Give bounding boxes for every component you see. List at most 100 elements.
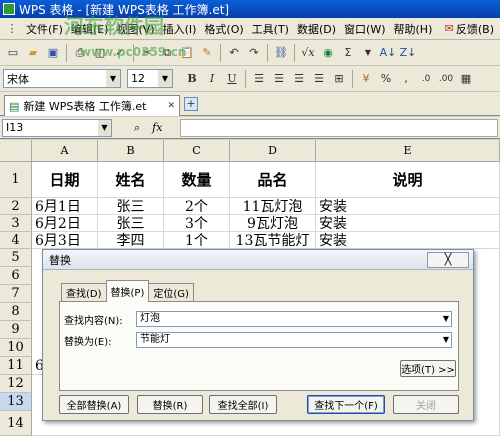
undo-icon[interactable]: ↶	[225, 44, 243, 62]
cell-a3[interactable]: 6月2日	[32, 215, 98, 232]
close-button[interactable]: 关闭	[393, 395, 459, 414]
row-header-1[interactable]: 1	[0, 162, 32, 198]
row-header-7[interactable]: 7	[0, 285, 32, 303]
chevron-down-icon[interactable]: ▼	[443, 333, 449, 347]
row-header-14[interactable]: 14	[0, 411, 32, 436]
menu-format[interactable]: 格式(O)	[200, 21, 247, 37]
dropdown-arrow-icon[interactable]: ▼	[359, 44, 377, 62]
row-header-9[interactable]: 9	[0, 321, 32, 339]
align-center-icon[interactable]: ☰	[270, 70, 288, 88]
new-file-icon[interactable]: ▭	[4, 44, 22, 62]
replace-with-input[interactable]: 节能灯 ▼	[136, 332, 452, 348]
sort-descending-icon[interactable]: Z↓	[399, 44, 417, 62]
insert-function-button[interactable]: fx	[152, 121, 162, 134]
open-folder-icon[interactable]: ▰	[24, 44, 42, 62]
cell-e4[interactable]: 安装	[316, 232, 500, 249]
toolbar-separator	[352, 69, 353, 88]
borders-icon[interactable]: ▦	[457, 70, 475, 88]
new-tab-button[interactable]: +	[184, 97, 198, 111]
formula-input[interactable]	[180, 119, 498, 137]
cell-d2[interactable]: 11瓦灯泡	[230, 198, 316, 215]
underline-button[interactable]: U	[223, 70, 241, 88]
cell-c4[interactable]: 1个	[164, 232, 230, 249]
row-header-12[interactable]: 12	[0, 375, 32, 393]
find-all-button[interactable]: 查找全部(I)	[209, 395, 277, 414]
options-button[interactable]: 选项(T) >>	[400, 360, 456, 377]
tab-replace[interactable]: 替换(P)	[105, 280, 150, 302]
cell-b2[interactable]: 张三	[98, 198, 164, 215]
function-icon[interactable]: √x	[299, 44, 317, 62]
cell-e2[interactable]: 安装	[316, 198, 500, 215]
close-tab-icon[interactable]: ✕	[167, 101, 175, 111]
replace-panel: 查找内容(N): 灯泡 ▼ 替换为(E): 节能灯 ▼ 选项(T) >>	[59, 301, 459, 391]
menu-tools[interactable]: 工具(T)	[248, 21, 293, 37]
merge-center-icon[interactable]: ⊞	[330, 70, 348, 88]
row-header-8[interactable]: 8	[0, 303, 32, 321]
font-name-select[interactable]: 宋体 ▼	[3, 69, 121, 88]
zoom-search-icon[interactable]: ⌕	[134, 121, 140, 135]
percent-icon[interactable]: %	[377, 70, 395, 88]
menu-help[interactable]: 帮助(H)	[390, 21, 437, 37]
find-what-input[interactable]: 灯泡 ▼	[136, 311, 452, 327]
cell-a1[interactable]: 日期	[32, 162, 98, 198]
replace-button[interactable]: 替换(R)	[137, 395, 203, 414]
currency-icon[interactable]: ¥	[357, 70, 375, 88]
column-header-d[interactable]: D	[230, 140, 316, 162]
align-right-icon[interactable]: ☰	[290, 70, 308, 88]
column-header-b[interactable]: B	[98, 140, 164, 162]
row-header-4[interactable]: 4	[0, 232, 32, 249]
autosum-icon[interactable]: Σ	[339, 44, 357, 62]
font-size-select[interactable]: 12 ▼	[127, 69, 173, 88]
dialog-close-icon[interactable]: ╳	[427, 252, 469, 268]
cell-c1[interactable]: 数量	[164, 162, 230, 198]
save-icon[interactable]: ▣	[44, 44, 62, 62]
cell-b4[interactable]: 李四	[98, 232, 164, 249]
tab-goto[interactable]: 定位(G)	[148, 283, 194, 301]
row-header-10[interactable]: 10	[0, 339, 32, 357]
column-header-a[interactable]: A	[32, 140, 98, 162]
row-header-2[interactable]: 2	[0, 198, 32, 215]
bold-button[interactable]: B	[183, 70, 201, 88]
cell-e3[interactable]: 安装	[316, 215, 500, 232]
replace-all-button[interactable]: 全部替换(A)	[59, 395, 129, 414]
menu-data[interactable]: 数据(D)	[293, 21, 340, 37]
italic-button[interactable]: I	[203, 70, 221, 88]
feedback-button[interactable]: ✉ 反馈(B)	[445, 21, 500, 37]
column-header-c[interactable]: C	[164, 140, 230, 162]
menu-insert[interactable]: 插入(I)	[159, 21, 201, 37]
column-header-e[interactable]: E	[316, 140, 500, 162]
row-header-5[interactable]: 5	[0, 249, 32, 267]
align-left-icon[interactable]: ☰	[250, 70, 268, 88]
cell-b3[interactable]: 张三	[98, 215, 164, 232]
sort-ascending-icon[interactable]: A↓	[379, 44, 397, 62]
cell-d4[interactable]: 13瓦节能灯	[230, 232, 316, 249]
redo-icon[interactable]: ↷	[245, 44, 263, 62]
row-header-3[interactable]: 3	[0, 215, 32, 232]
tab-document[interactable]: ▤ 新建 WPS表格 工作簿.et ✕	[4, 95, 180, 116]
find-next-button[interactable]: 查找下一个(F)	[307, 395, 385, 414]
cell-d1[interactable]: 品名	[230, 162, 316, 198]
cell-b1[interactable]: 姓名	[98, 162, 164, 198]
cell-e1[interactable]: 说明	[316, 162, 500, 198]
row-header-11[interactable]: 11	[0, 357, 32, 375]
cell-c3[interactable]: 3个	[164, 215, 230, 232]
menu-window[interactable]: 窗口(W)	[340, 21, 389, 37]
thousands-icon[interactable]: ,	[397, 70, 415, 88]
menu-file[interactable]: 文件(F)	[22, 21, 67, 37]
increase-decimal-icon[interactable]: .0	[417, 70, 435, 88]
chevron-down-icon[interactable]: ▼	[443, 312, 449, 326]
row-header-6[interactable]: 6	[0, 267, 32, 285]
insert-chart-icon[interactable]: ◉	[319, 44, 337, 62]
tab-find[interactable]: 查找(D)	[61, 283, 107, 301]
cell-a4[interactable]: 6月3日	[32, 232, 98, 249]
cell-a2[interactable]: 6月1日	[32, 198, 98, 215]
justify-icon[interactable]: ☰	[310, 70, 328, 88]
select-all-corner[interactable]	[0, 140, 32, 162]
cell-d3[interactable]: 9瓦灯泡	[230, 215, 316, 232]
row-header-13[interactable]: 13	[0, 393, 32, 411]
decrease-decimal-icon[interactable]: .00	[437, 70, 455, 88]
format-painter-icon[interactable]: ✎	[198, 44, 216, 62]
cell-c2[interactable]: 2个	[164, 198, 230, 215]
name-box[interactable]: I13 ▼	[2, 118, 112, 137]
hyperlink-icon[interactable]: ⛓	[272, 44, 290, 62]
